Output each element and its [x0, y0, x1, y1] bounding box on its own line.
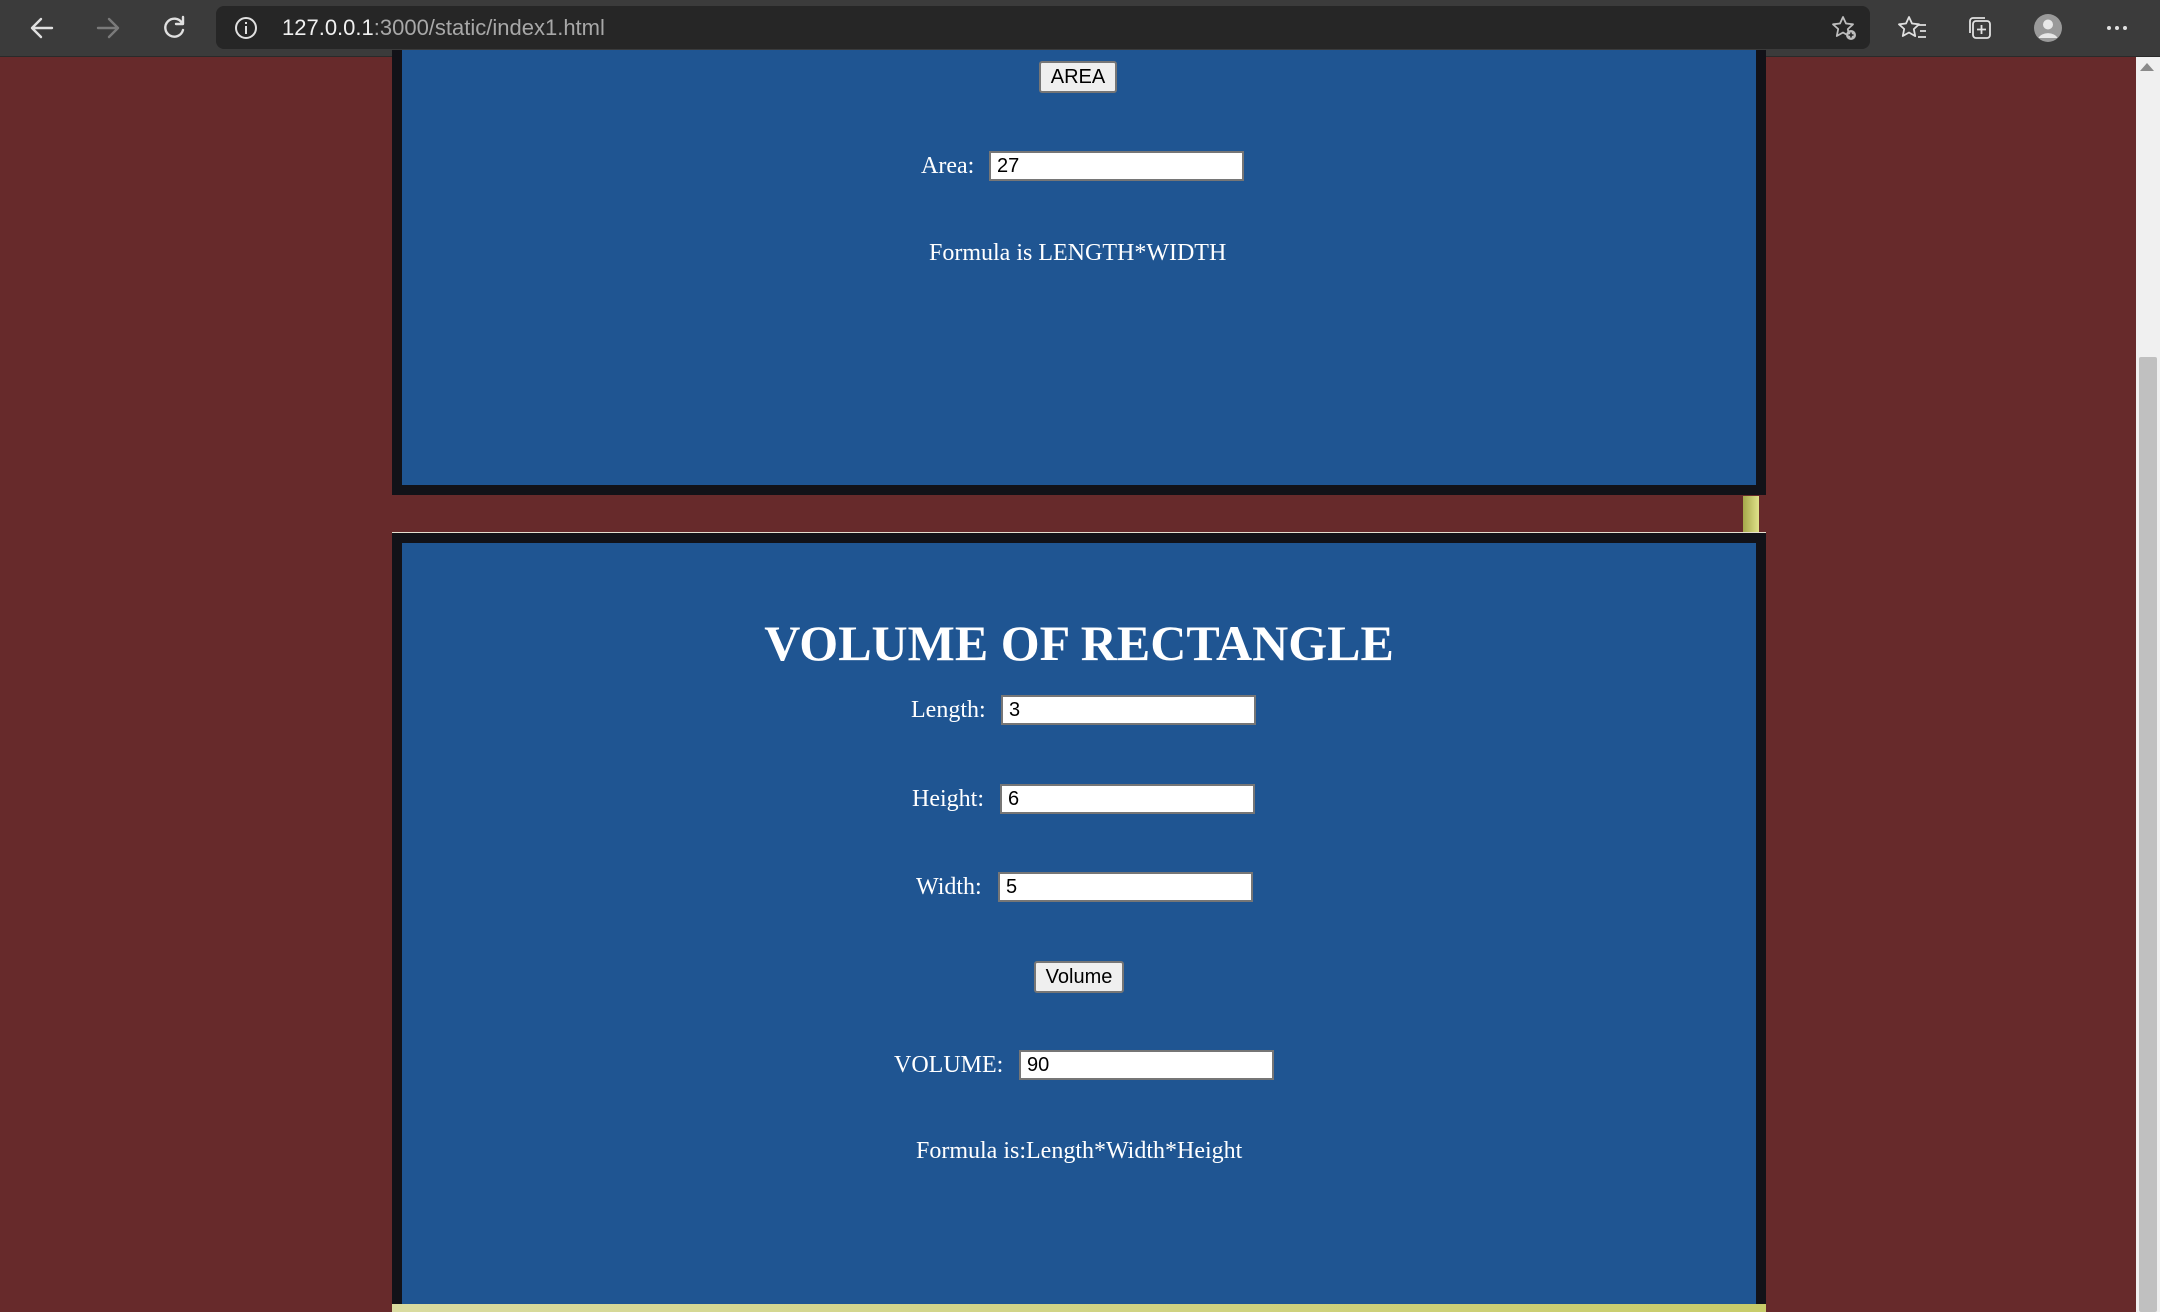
profile-avatar-icon[interactable] [2026, 6, 2070, 50]
back-arrow-icon [30, 17, 54, 39]
area-panel: AREA Area: Formula is LENGTH*WIDTH [392, 50, 1766, 495]
area-button[interactable]: AREA [1039, 61, 1117, 93]
scroll-up-arrow-icon[interactable] [2140, 63, 2154, 71]
url-text[interactable]: 127.0.0.1:3000/static/index1.html [282, 16, 605, 40]
area-result-label: Area: [921, 153, 975, 179]
scroll-thumb[interactable] [2139, 357, 2157, 1312]
url-host: 127.0.0.1 [282, 15, 374, 40]
site-info-icon[interactable] [230, 12, 262, 44]
refresh-button[interactable] [152, 6, 196, 50]
volume-result-field[interactable] [1019, 1050, 1274, 1080]
page-scrollbar[interactable] [2136, 57, 2160, 1312]
height-field[interactable] [1000, 784, 1255, 814]
area-formula-text: Formula is LENGTH*WIDTH [929, 240, 1227, 266]
bottom-accent [392, 1304, 1766, 1312]
back-button[interactable] [20, 6, 64, 50]
volume-result-label: VOLUME: [894, 1052, 1004, 1078]
browser-toolbar: 127.0.0.1:3000/static/index1.html [0, 0, 2160, 57]
address-bar[interactable]: 127.0.0.1:3000/static/index1.html [216, 6, 1870, 49]
volume-button[interactable]: Volume [1034, 961, 1124, 993]
volume-title: VOLUME OF RECTANGLE [764, 615, 1394, 671]
length-label: Length: [911, 697, 986, 723]
height-label: Height: [912, 786, 984, 812]
refresh-icon [164, 15, 185, 38]
width-label: Width: [916, 874, 982, 900]
url-path: :3000/static/index1.html [373, 15, 605, 40]
forward-arrow-icon [96, 17, 120, 39]
area-result-field[interactable] [989, 151, 1244, 181]
collections-icon[interactable] [1958, 6, 2002, 50]
divider-accent [1743, 496, 1759, 532]
volume-formula-text: Formula is:Length*Width*Height [916, 1138, 1243, 1164]
length-field[interactable] [1001, 695, 1256, 725]
more-options-icon[interactable] [2095, 6, 2139, 50]
width-field[interactable] [998, 872, 1253, 902]
forward-button[interactable] [86, 6, 130, 50]
volume-panel: VOLUME OF RECTANGLE Length: Height: Widt… [392, 533, 1766, 1312]
favorites-icon[interactable] [1891, 6, 1935, 50]
add-favorite-icon[interactable] [1828, 12, 1860, 44]
